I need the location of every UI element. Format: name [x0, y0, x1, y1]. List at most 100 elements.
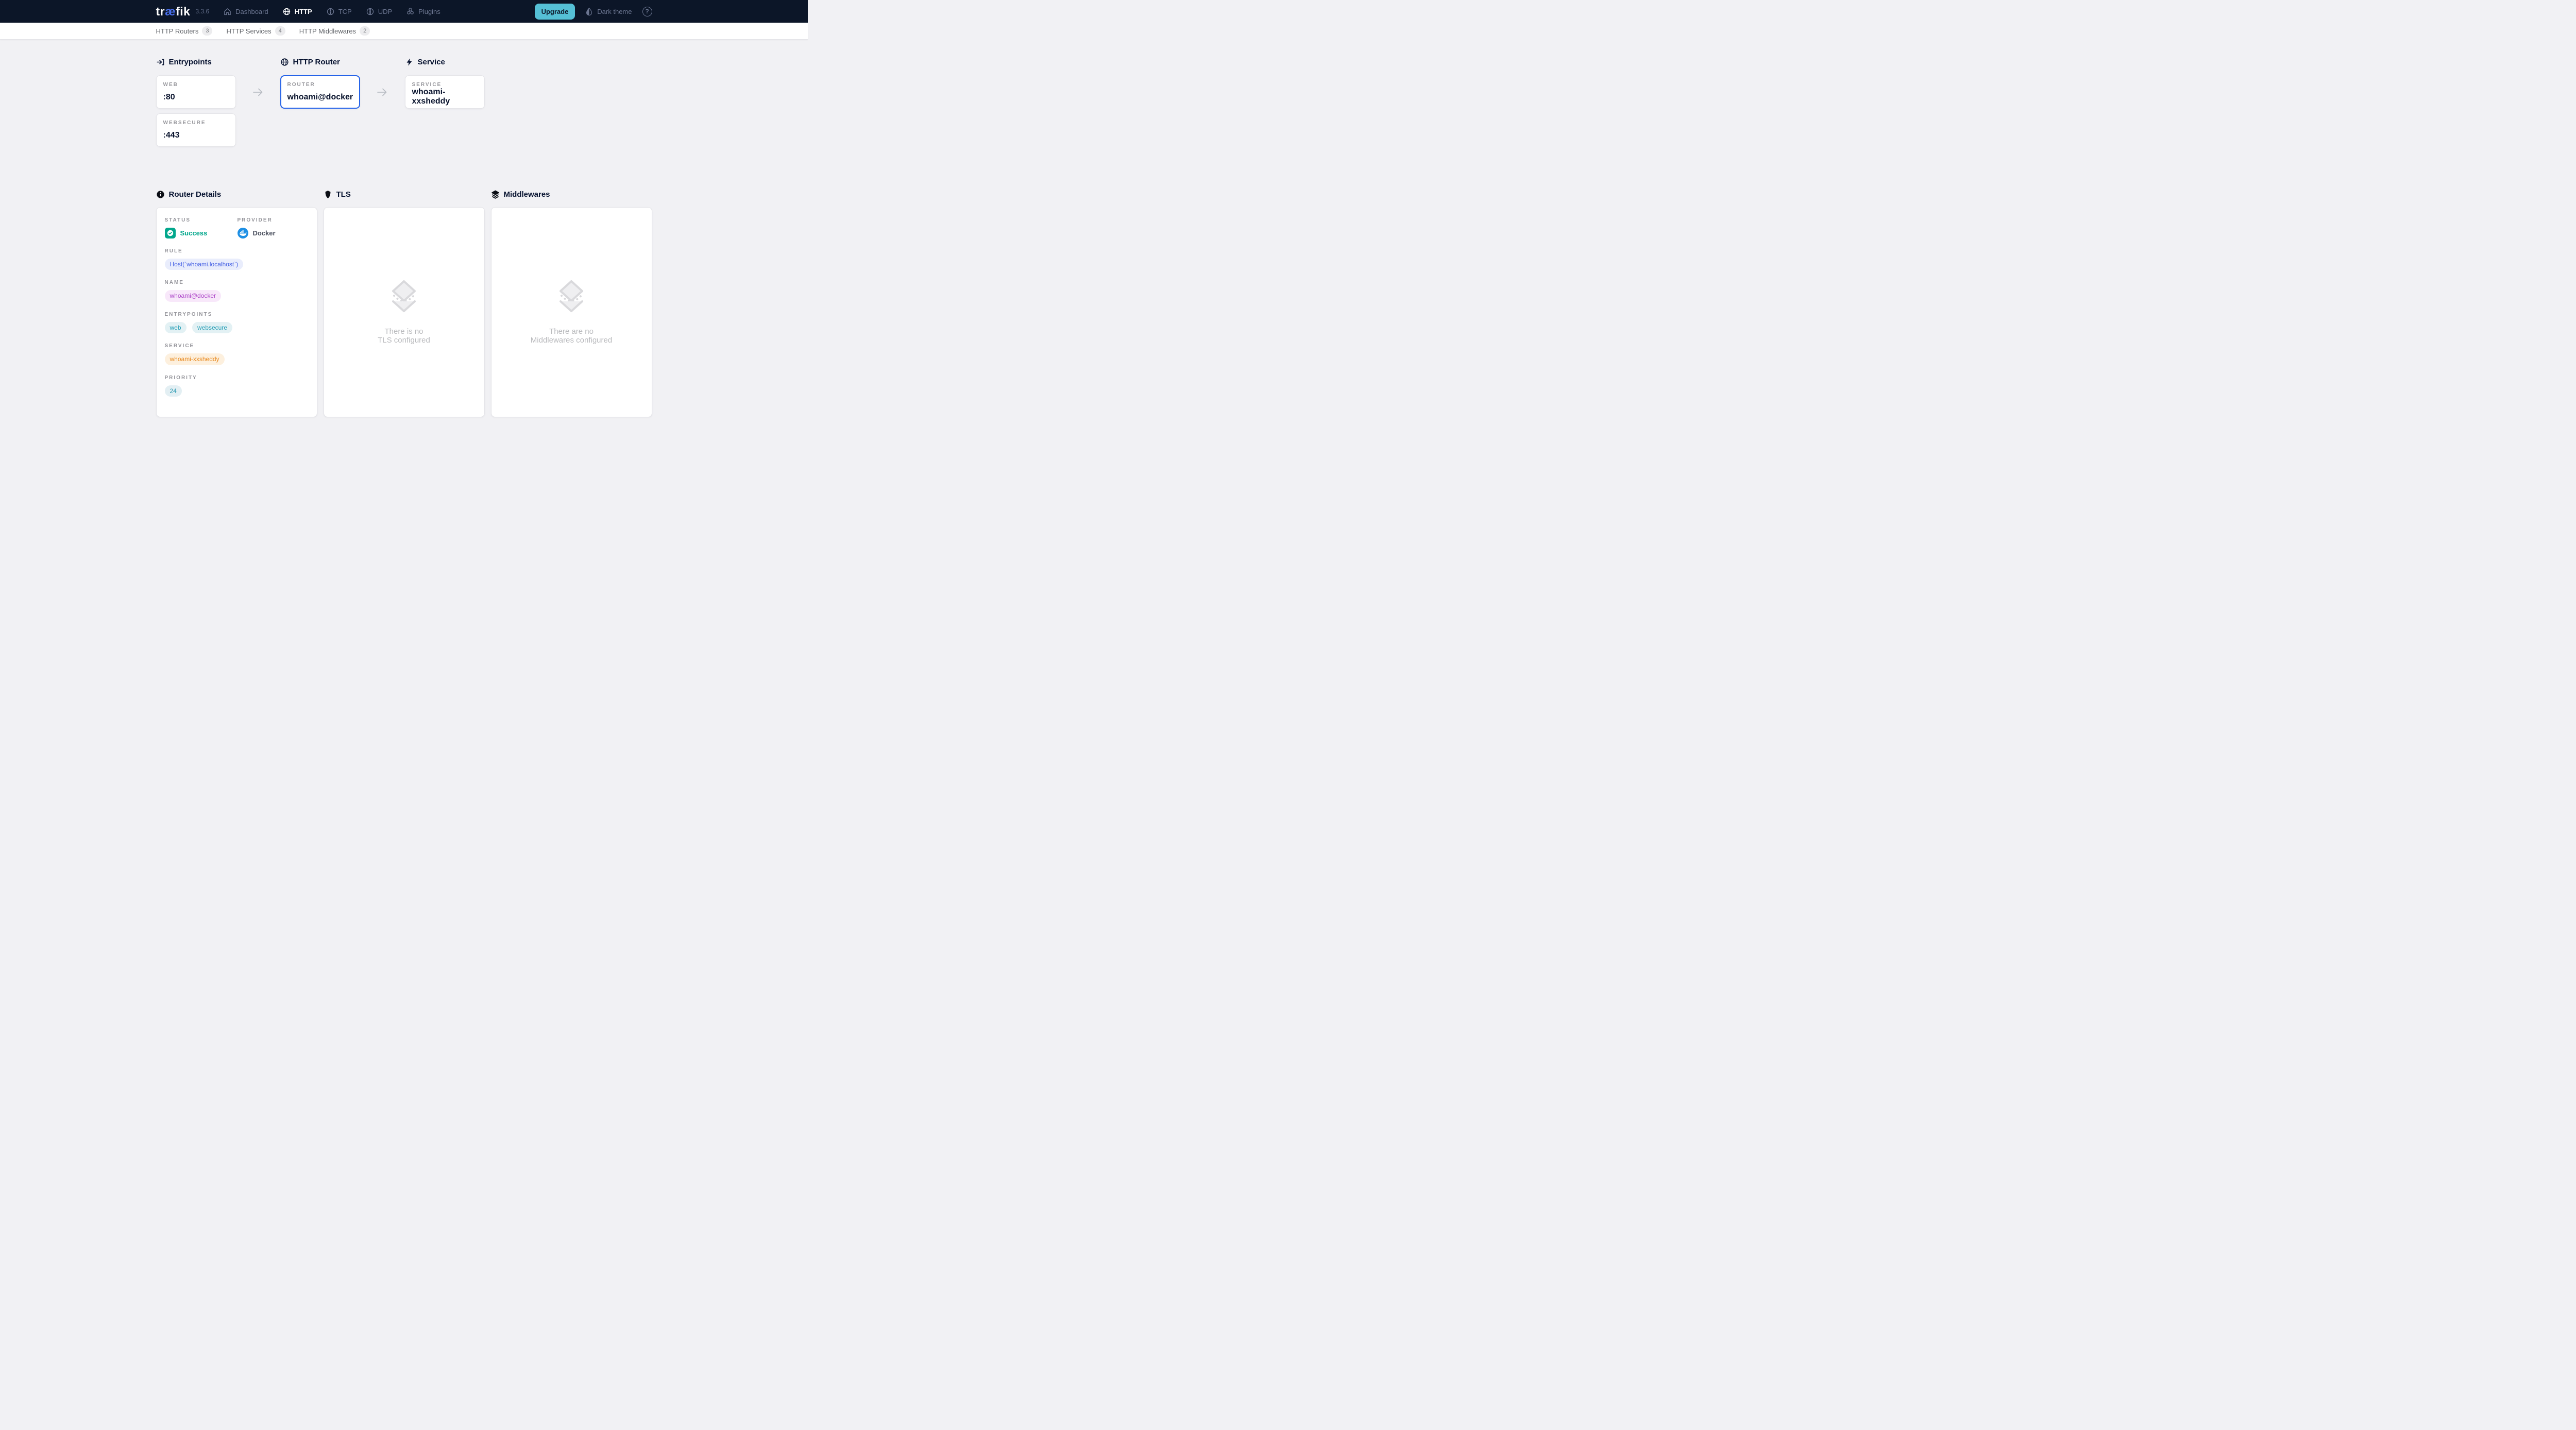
router-flow: Entrypoints HTTP Router Service WEB :80 …: [156, 58, 652, 147]
tab-count-badge: 4: [275, 26, 285, 36]
field-label: RULE: [165, 248, 309, 254]
nav-item-label: UDP: [378, 8, 392, 15]
tab-label: HTTP Routers: [156, 27, 199, 35]
name-chip: whoami@docker: [165, 290, 222, 301]
section-title: Service: [418, 58, 445, 66]
entrypoint-chip: web: [165, 322, 187, 333]
nav-item-label: TCP: [338, 8, 352, 15]
flow-arrow: [236, 75, 280, 109]
top-navbar: træfik 3.3.6 Dashboard HTTP TCP UDP P: [0, 0, 808, 23]
cubes-icon: [406, 7, 415, 16]
tab-http-services[interactable]: HTTP Services 4: [226, 26, 285, 36]
tab-count-badge: 3: [202, 26, 212, 36]
field-label: STATUS: [165, 217, 238, 223]
section-title: Middlewares: [504, 190, 550, 199]
tls-header: TLS: [324, 190, 485, 199]
success-check-icon: [165, 228, 176, 239]
field-label: PRIORITY: [165, 375, 309, 381]
card-value: whoami-xxsheddy: [412, 88, 478, 106]
middlewares-card: There are no Middlewares configured: [491, 207, 652, 417]
priority-field: PRIORITY 24: [165, 375, 309, 397]
status-field: STATUS Success: [165, 217, 238, 239]
droplet-icon: [585, 7, 593, 16]
arrow-right-icon: [252, 86, 264, 98]
nav-item-udp[interactable]: UDP: [366, 7, 392, 16]
nav-item-tcp[interactable]: TCP: [326, 7, 352, 16]
provider-field: PROVIDER Docker: [238, 217, 309, 239]
card-label: ROUTER: [287, 82, 353, 88]
provider-value: Docker: [253, 229, 276, 237]
empty-line: TLS configured: [378, 336, 430, 345]
logo-part: fik: [176, 5, 190, 19]
service-card[interactable]: SERVICE whoami-xxsheddy: [405, 75, 485, 109]
entrypoint-card-websecure[interactable]: WEBSECURE :443: [156, 113, 236, 147]
traefik-logo[interactable]: træfik: [156, 5, 191, 19]
upgrade-button[interactable]: Upgrade: [535, 4, 575, 20]
docker-icon: [238, 228, 248, 239]
card-value: :443: [163, 131, 229, 140]
empty-line: There are no: [531, 327, 612, 336]
entrypoints-section-header: Entrypoints: [156, 58, 236, 66]
entrypoint-chip: websecure: [192, 322, 232, 333]
tab-http-middlewares[interactable]: HTTP Middlewares 2: [299, 26, 370, 36]
nav-item-http[interactable]: HTTP: [282, 7, 312, 16]
card-label: SERVICE: [412, 82, 478, 88]
subnav: HTTP Routers 3 HTTP Services 4 HTTP Midd…: [0, 23, 808, 40]
empty-state-text: There are no Middlewares configured: [531, 327, 612, 345]
section-title: Router Details: [169, 190, 222, 199]
logo-part: tr: [156, 5, 165, 19]
details-section: Router Details TLS Middlewares STATUS: [156, 190, 652, 417]
tab-label: HTTP Services: [226, 27, 271, 35]
version-label: 3.3.6: [195, 8, 209, 15]
tls-card: There is no TLS configured: [324, 207, 485, 417]
entrypoint-card-web[interactable]: WEB :80: [156, 75, 236, 109]
card-label: WEB: [163, 82, 229, 88]
card-value: :80: [163, 93, 229, 102]
priority-chip: 24: [165, 385, 182, 397]
empty-layers-illustration: [388, 280, 419, 313]
proxy-icon: [326, 7, 335, 16]
theme-toggle[interactable]: Dark theme: [585, 7, 632, 16]
nav-item-dashboard[interactable]: Dashboard: [223, 7, 268, 16]
globe-icon: [282, 7, 291, 16]
help-icon[interactable]: ?: [642, 7, 652, 16]
field-label: PROVIDER: [238, 217, 309, 223]
rule-field: RULE Host(`whoami.localhost`): [165, 248, 309, 270]
arrow-right-icon: [376, 86, 388, 98]
flow-arrow: [360, 75, 405, 109]
card-label: WEBSECURE: [163, 120, 229, 126]
proxy-icon: [366, 7, 375, 16]
field-label: SERVICE: [165, 343, 309, 349]
nav-item-plugins[interactable]: Plugins: [406, 7, 440, 16]
logo-ligature: æ: [165, 5, 176, 19]
field-label: ENTRYPOINTS: [165, 312, 309, 317]
section-title: HTTP Router: [293, 58, 340, 66]
router-details-card: STATUS Success PROVIDER Docker: [156, 207, 317, 417]
service-section-header: Service: [405, 58, 485, 66]
layers-icon: [491, 190, 500, 199]
router-card[interactable]: ROUTER whoami@docker: [280, 75, 360, 109]
tab-label: HTTP Middlewares: [299, 27, 356, 35]
entrypoints-field: ENTRYPOINTS web websecure: [165, 312, 309, 333]
lightning-icon: [405, 58, 414, 66]
middlewares-header: Middlewares: [491, 190, 652, 199]
name-field: NAME whoami@docker: [165, 280, 309, 301]
tab-count-badge: 2: [360, 26, 370, 36]
rule-chip: Host(`whoami.localhost`): [165, 259, 244, 270]
nav-item-label: Dashboard: [235, 8, 268, 15]
empty-line: There is no: [378, 327, 430, 336]
nav-item-label: HTTP: [295, 8, 312, 15]
http-router-section-header: HTTP Router: [280, 58, 360, 66]
home-icon: [223, 7, 232, 16]
empty-layers-illustration: [556, 280, 587, 313]
nav-item-label: Plugins: [418, 8, 440, 15]
tab-http-routers[interactable]: HTTP Routers 3: [156, 26, 213, 36]
main-nav: Dashboard HTTP TCP UDP Plugins: [223, 7, 440, 16]
section-title: Entrypoints: [169, 58, 212, 66]
shield-icon: [324, 190, 332, 199]
card-value: whoami@docker: [287, 93, 353, 102]
router-details-header: Router Details: [156, 190, 317, 199]
theme-toggle-label: Dark theme: [597, 8, 632, 15]
empty-line: Middlewares configured: [531, 336, 612, 345]
info-icon: [156, 190, 165, 199]
